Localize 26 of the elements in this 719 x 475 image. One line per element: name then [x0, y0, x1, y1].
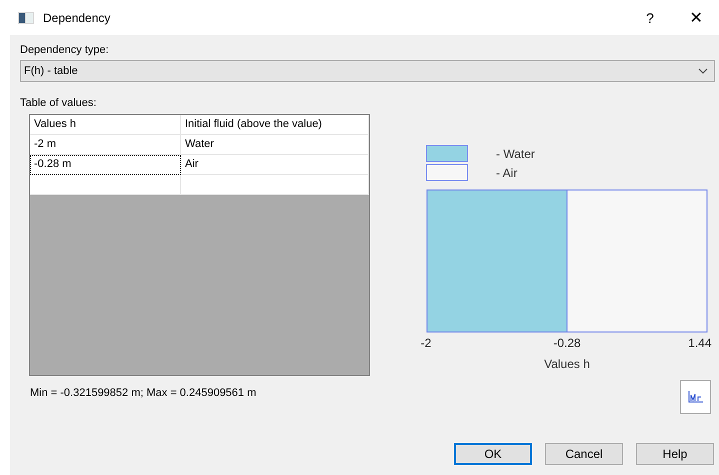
- range-text: Min = -0.321599852 m; Max = 0.245909561 m: [30, 387, 258, 399]
- dependency-type-label: Dependency type:: [20, 43, 110, 57]
- window-title: Dependency: [43, 10, 112, 24]
- axis-tick-label: 1.44: [688, 336, 712, 350]
- axis-tick-label: -0.28: [553, 336, 581, 350]
- dialog-button[interactable]: OK: [454, 443, 532, 465]
- dialog-button[interactable]: Help: [636, 443, 714, 465]
- legend-label: - Water: [496, 146, 535, 160]
- table-cell[interactable]: Water: [181, 135, 369, 155]
- table-label: Table of values:: [20, 96, 98, 110]
- column-header: Initial fluid (above the value): [181, 115, 369, 135]
- column-header: Values h: [30, 115, 181, 135]
- dependency-type-dropdown[interactable]: F(h) - table: [20, 60, 715, 82]
- help-button[interactable]: ?: [627, 0, 673, 35]
- table-cell[interactable]: -0.28 m: [30, 155, 181, 175]
- chart-button[interactable]: [680, 380, 711, 414]
- table-cell[interactable]: Air: [181, 155, 369, 175]
- close-button[interactable]: ✕: [673, 0, 719, 35]
- table-cell[interactable]: -2 m: [30, 135, 181, 155]
- chart-icon: [688, 391, 704, 403]
- axis-label: Values h: [544, 357, 590, 371]
- axis-tick-label: -2: [420, 336, 432, 350]
- app-icon: [18, 12, 34, 24]
- chevron-down-icon: [698, 68, 708, 74]
- legend-label: - Air: [496, 166, 518, 180]
- dialog-button[interactable]: Cancel: [545, 443, 623, 465]
